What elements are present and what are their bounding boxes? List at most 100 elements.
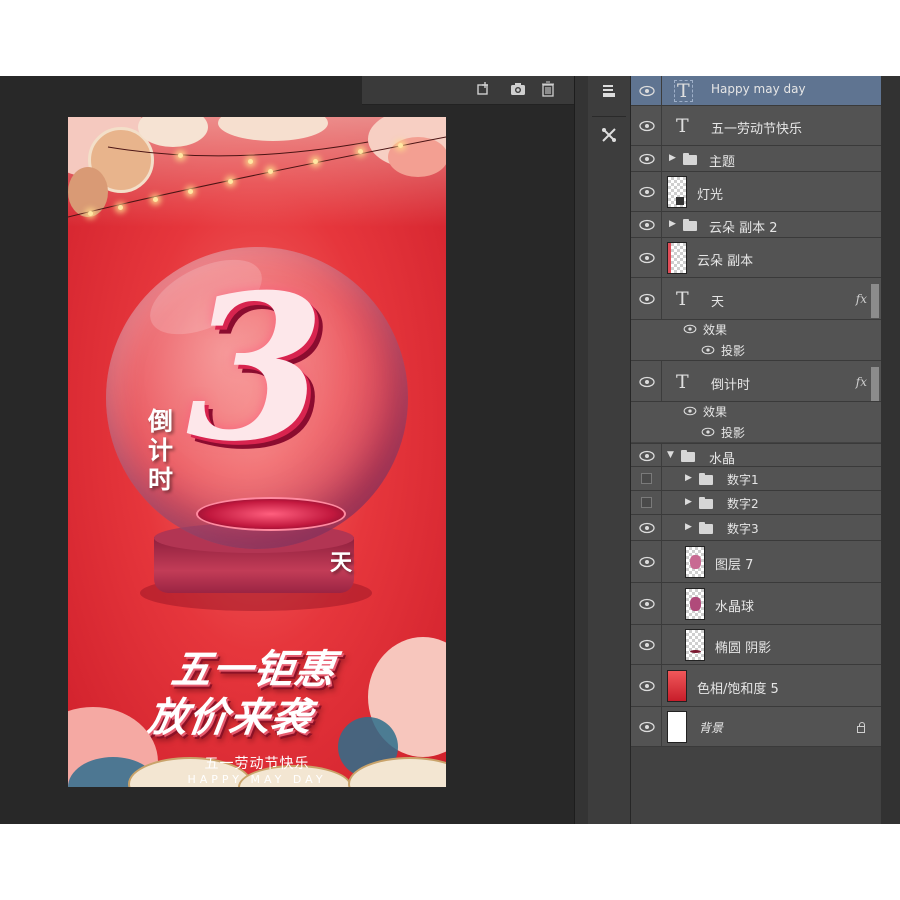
eye-icon[interactable] — [639, 85, 655, 97]
layer-thumbnail — [685, 546, 705, 578]
layer-name: 数字3 — [727, 522, 759, 536]
eye-icon[interactable] — [639, 450, 655, 462]
visibility-checkbox[interactable] — [641, 497, 652, 508]
document-scrollbar[interactable] — [574, 76, 589, 824]
layer-name: 图层 7 — [715, 558, 754, 573]
adjustment-thumbnail — [667, 670, 687, 702]
layer-row[interactable]: T 天 fx — [631, 278, 881, 320]
layer-name: 云朵 副本 2 — [709, 221, 778, 236]
text-layer-icon: T — [676, 115, 689, 137]
text-layer-icon: T — [676, 288, 689, 310]
eye-icon[interactable] — [639, 153, 655, 165]
eye-icon[interactable] — [639, 186, 655, 198]
layers-panel-icon[interactable] — [593, 80, 625, 110]
layer-row[interactable]: 水晶球 — [631, 583, 881, 625]
countdown-label: 倒计时 — [148, 407, 174, 494]
eye-icon[interactable] — [639, 639, 655, 651]
light-bulb — [398, 143, 403, 148]
expand-arrow-icon[interactable]: ▶ — [685, 522, 692, 532]
layer-name: 水晶球 — [715, 600, 755, 615]
eye-icon[interactable] — [683, 324, 699, 336]
eye-icon[interactable] — [639, 556, 655, 568]
effect-name: 投影 — [721, 426, 746, 440]
light-bulb — [188, 189, 193, 194]
layer-row[interactable]: T 倒计时 fx — [631, 360, 881, 402]
layer-row[interactable]: 椭圆 阴影 — [631, 625, 881, 665]
layer-row[interactable]: T 五一劳动节快乐 — [631, 106, 881, 146]
layer-thumbnail — [667, 711, 687, 743]
light-bulb — [313, 159, 318, 164]
tools-cross-icon[interactable] — [593, 124, 625, 154]
effects-group: 效果 投影 — [631, 320, 881, 360]
layer-row[interactable]: 背景 — [631, 707, 881, 747]
layer-name: 五一劳动节快乐 — [711, 122, 803, 137]
trash-icon[interactable] — [540, 81, 556, 97]
camera-icon[interactable] — [510, 81, 526, 97]
string-lights — [68, 136, 446, 218]
layer-name: 主题 — [709, 155, 736, 170]
folder-icon — [699, 473, 713, 485]
eye-icon[interactable] — [701, 345, 717, 357]
layer-name: 倒计时 — [711, 378, 751, 393]
layer-row[interactable]: 色相/饱和度 5 — [631, 665, 881, 707]
layer-name: 色相/饱和度 5 — [697, 682, 779, 697]
collapse-arrow-icon[interactable]: ▼ — [667, 450, 674, 460]
layer-name: 背景 — [699, 721, 724, 735]
layers-scrollbar[interactable] — [881, 76, 900, 824]
layer-row[interactable]: 云朵 副本 — [631, 238, 881, 278]
fx-scroll-handle[interactable] — [871, 284, 879, 318]
layer-row[interactable]: 图层 7 — [631, 541, 881, 583]
visibility-checkbox[interactable] — [641, 473, 652, 484]
folder-icon — [699, 497, 713, 509]
light-bulb — [153, 197, 158, 202]
layer-row[interactable]: ▶ 数字1 — [631, 467, 881, 491]
panel-dock-column — [588, 76, 631, 824]
folder-icon — [683, 153, 697, 165]
open-folder-icon — [681, 450, 695, 462]
expand-arrow-icon[interactable]: ▶ — [685, 497, 692, 507]
eye-icon[interactable] — [639, 680, 655, 692]
eye-icon[interactable] — [639, 120, 655, 132]
effect-name: 投影 — [721, 344, 746, 358]
eye-icon[interactable] — [639, 721, 655, 733]
lock-icon[interactable] — [857, 722, 865, 733]
eye-icon[interactable] — [639, 598, 655, 610]
eye-icon[interactable] — [639, 293, 655, 305]
eye-icon[interactable] — [701, 427, 717, 439]
eye-icon[interactable] — [639, 219, 655, 231]
slogan-line2: 放价来袭 — [144, 695, 315, 741]
text-layer-icon: T — [676, 371, 689, 393]
fx-icon[interactable]: fx — [856, 375, 867, 389]
folder-icon — [683, 219, 697, 231]
effects-label: 效果 — [703, 405, 728, 419]
layer-row[interactable]: ▶ 数字2 — [631, 491, 881, 515]
poster-canvas[interactable]: 3 倒计时 天 五一钜惠 放价来袭 五一劳动节快乐 HAPPY MAY DAY — [68, 117, 446, 787]
layer-thumbnail — [667, 176, 687, 208]
layer-thumbnail — [685, 588, 705, 620]
layer-name: 云朵 副本 — [697, 254, 754, 269]
layer-name: 数字2 — [727, 497, 759, 511]
layers-panel: T Happy may day T 五一劳动节快乐 ▶ 主题 灯光 ▶ 云朵 副… — [631, 76, 881, 824]
layer-row[interactable]: T Happy may day — [631, 76, 881, 106]
layer-row[interactable]: ▶ 云朵 副本 2 — [631, 212, 881, 238]
layer-row[interactable]: ▼ 水晶 — [631, 443, 881, 467]
layer-row[interactable]: 灯光 — [631, 172, 881, 212]
effects-group: 效果 投影 — [631, 402, 881, 442]
fx-scroll-handle[interactable] — [871, 367, 879, 401]
dock-separator — [592, 116, 626, 117]
eye-icon[interactable] — [639, 522, 655, 534]
day-label: 天 — [330, 551, 353, 576]
expand-arrow-icon[interactable]: ▶ — [669, 219, 676, 229]
fx-icon[interactable]: fx — [856, 292, 867, 306]
expand-arrow-icon[interactable]: ▶ — [685, 473, 692, 483]
layer-name: Happy may day — [711, 82, 806, 96]
new-layer-icon[interactable] — [476, 81, 492, 97]
expand-arrow-icon[interactable]: ▶ — [669, 153, 676, 163]
eye-icon[interactable] — [639, 376, 655, 388]
text-layer-icon: T — [674, 80, 693, 102]
layer-row[interactable]: ▶ 数字3 — [631, 515, 881, 541]
eye-icon[interactable] — [683, 406, 699, 418]
eye-icon[interactable] — [639, 252, 655, 264]
light-bulb — [248, 159, 253, 164]
layer-row[interactable]: ▶ 主题 — [631, 146, 881, 172]
